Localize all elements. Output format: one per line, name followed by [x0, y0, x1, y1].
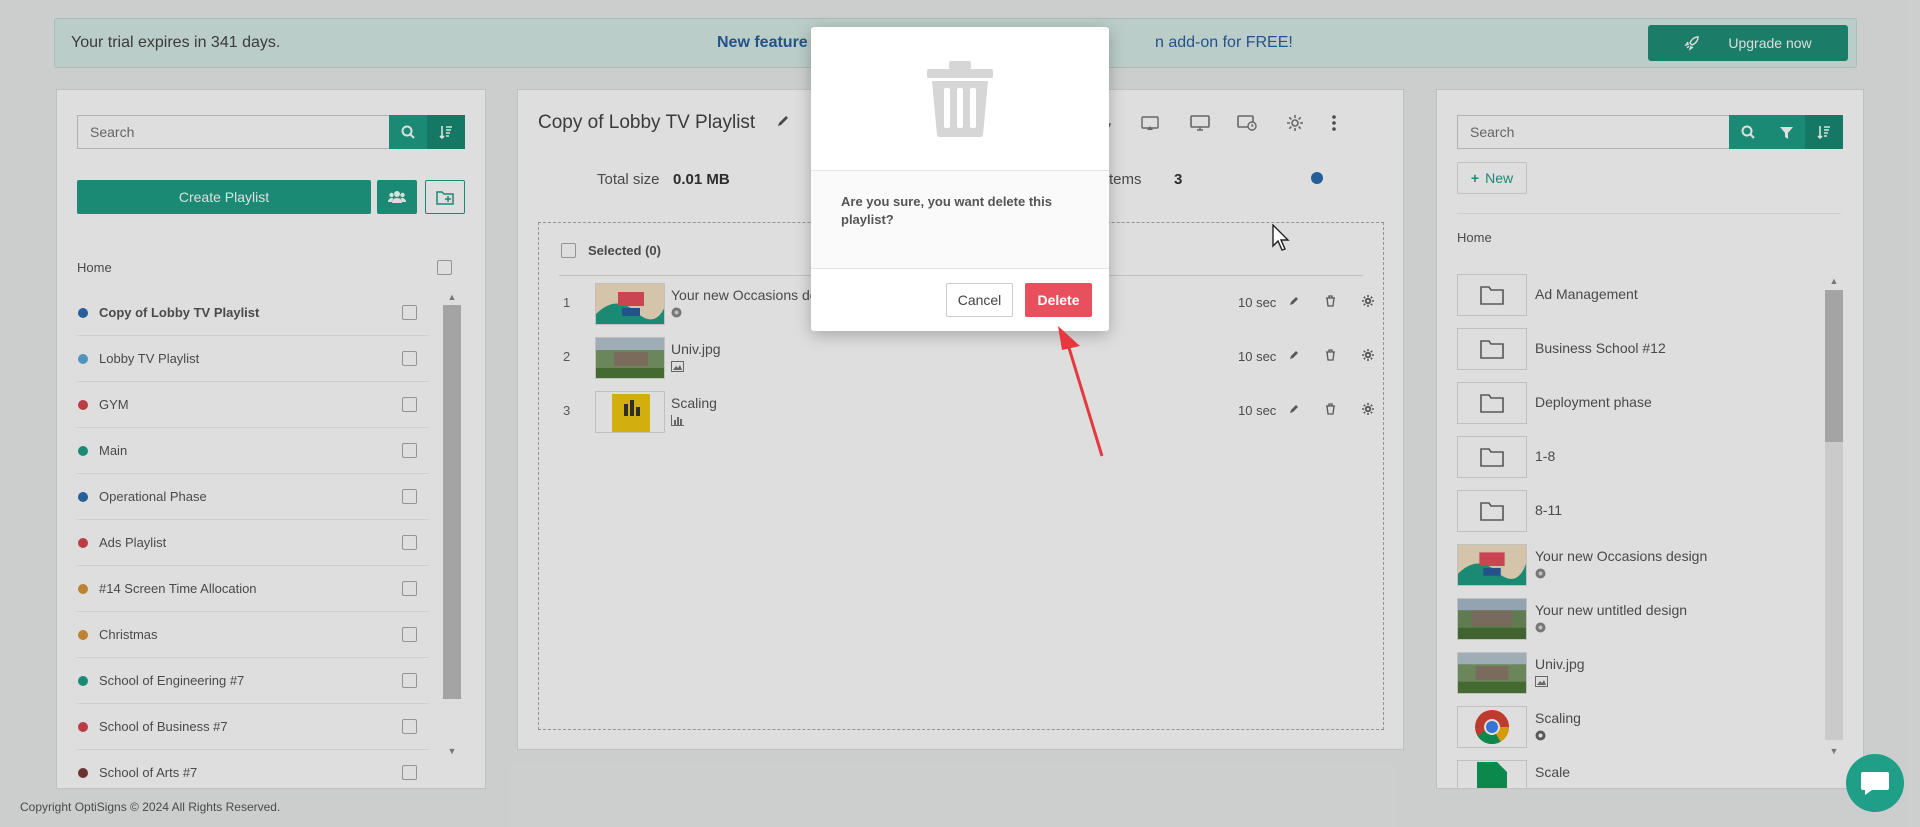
chat-support-button[interactable] — [1846, 754, 1904, 812]
mouse-cursor-icon — [1272, 224, 1290, 251]
dialog-message: Are you sure, you want delete this playl… — [811, 171, 1109, 269]
cancel-button[interactable]: Cancel — [946, 283, 1013, 317]
dialog-header — [811, 27, 1109, 171]
delete-confirm-dialog: Are you sure, you want delete this playl… — [811, 27, 1109, 331]
delete-button[interactable]: Delete — [1025, 283, 1092, 317]
chat-icon — [1861, 772, 1889, 795]
trash-icon — [927, 60, 993, 137]
annotation-arrow-icon — [1058, 326, 1104, 457]
